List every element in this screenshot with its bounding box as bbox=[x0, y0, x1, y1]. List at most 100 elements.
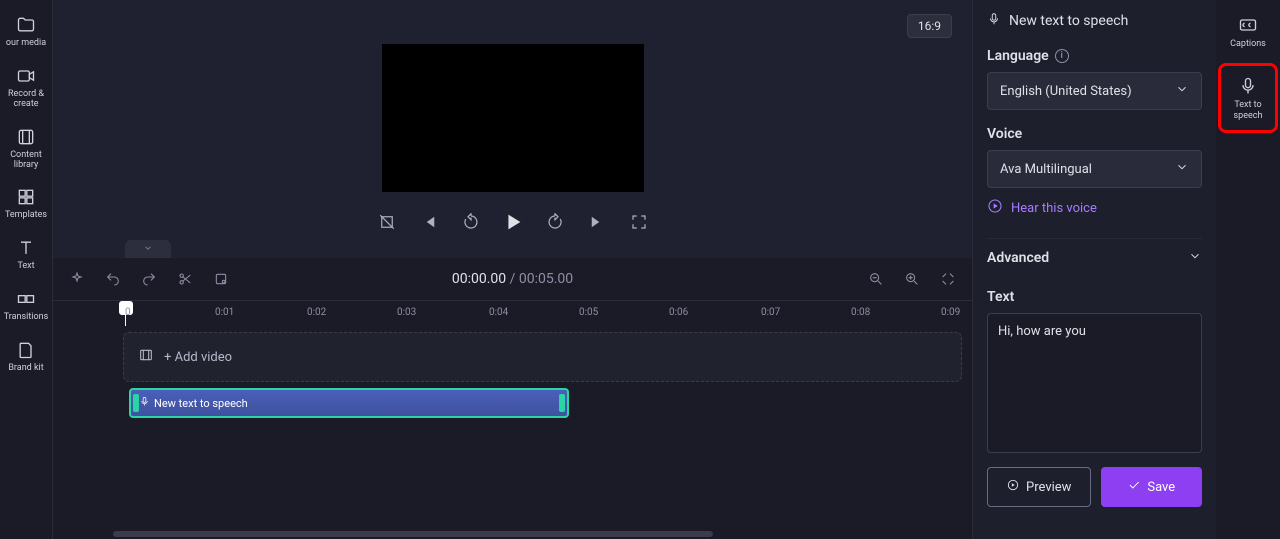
voice-label: Voice bbox=[987, 126, 1202, 142]
sidebar-label: Transitions bbox=[4, 313, 49, 323]
transitions-icon bbox=[15, 288, 37, 310]
timeline-toolbar: 00:00.00 / 00:05.00 bbox=[53, 258, 972, 300]
zoom-in-icon[interactable] bbox=[902, 269, 922, 289]
action-buttons: Preview Save bbox=[987, 467, 1202, 507]
preview-label: Preview bbox=[1026, 480, 1071, 495]
save-button[interactable]: Save bbox=[1101, 467, 1203, 507]
properties-panel: New text to speech Language i English (U… bbox=[973, 0, 1216, 539]
advanced-toggle[interactable]: Advanced bbox=[987, 238, 1202, 277]
right-sidebar: Captions Text to speech bbox=[1216, 0, 1280, 539]
ruler-tick: 0:05 bbox=[579, 307, 598, 318]
audio-clip[interactable]: New text to speech bbox=[129, 388, 569, 418]
panel-title-text: New text to speech bbox=[1009, 13, 1128, 29]
library-icon bbox=[15, 126, 37, 148]
horizontal-scrollbar[interactable] bbox=[113, 531, 713, 537]
fullscreen-icon[interactable] bbox=[627, 210, 651, 234]
aspect-ratio-button[interactable]: 16:9 bbox=[907, 14, 952, 38]
sidebar-text[interactable]: Text bbox=[0, 229, 52, 280]
folder-icon bbox=[15, 14, 37, 36]
text-label: Text bbox=[987, 289, 1202, 305]
sidebar-record[interactable]: Record & create bbox=[0, 57, 52, 118]
panel-title: New text to speech bbox=[987, 12, 1202, 30]
ruler-tick: 0 bbox=[125, 307, 131, 318]
split-icon[interactable] bbox=[211, 269, 231, 289]
redo-icon[interactable] bbox=[139, 269, 159, 289]
current-time: 00:00.00 bbox=[452, 271, 506, 287]
clip-handle-right[interactable] bbox=[559, 394, 565, 412]
play-circle-icon bbox=[987, 198, 1003, 218]
tts-label: Text to speech bbox=[1220, 100, 1276, 121]
ruler-tick: 0:09 bbox=[941, 307, 960, 318]
sparkle-icon[interactable] bbox=[67, 269, 87, 289]
cut-icon[interactable] bbox=[175, 269, 195, 289]
timeline-tracks: + Add video New text to speech bbox=[53, 326, 972, 539]
clip-label: New text to speech bbox=[154, 397, 248, 410]
forward-5-icon[interactable] bbox=[543, 210, 567, 234]
mic-icon bbox=[1237, 75, 1259, 97]
sidebar-label: Brand kit bbox=[8, 364, 43, 374]
chevron-down-icon bbox=[1175, 82, 1189, 100]
sidebar-label: Templates bbox=[5, 211, 47, 221]
captions-label: Captions bbox=[1230, 39, 1266, 49]
voice-select[interactable]: Ava Multilingual bbox=[987, 150, 1202, 188]
chevron-down-icon bbox=[1175, 160, 1189, 178]
preview-button[interactable]: Preview bbox=[987, 467, 1091, 507]
chevron-down-icon bbox=[1188, 249, 1202, 267]
sidebar-label: Record & create bbox=[0, 90, 52, 110]
sidebar-transitions[interactable]: Transitions bbox=[0, 280, 52, 331]
voice-value: Ava Multilingual bbox=[1000, 162, 1092, 177]
mic-icon bbox=[987, 12, 1001, 30]
camera-icon bbox=[15, 65, 37, 87]
clip-handle-left[interactable] bbox=[133, 394, 139, 412]
zoom-out-icon[interactable] bbox=[866, 269, 886, 289]
time-display: 00:00.00 / 00:05.00 bbox=[452, 271, 573, 287]
text-to-speech-button[interactable]: Text to speech bbox=[1220, 65, 1276, 131]
main-area: 16:9 › › 00:00.00 / 00:05.00 bbox=[52, 0, 973, 539]
ruler-tick: 0:08 bbox=[851, 307, 870, 318]
ruler-tick: 0:06 bbox=[669, 307, 688, 318]
video-preview[interactable] bbox=[382, 44, 644, 192]
captions-button[interactable]: Captions bbox=[1220, 8, 1276, 55]
left-sidebar: our media Record & create Content librar… bbox=[0, 0, 52, 539]
add-video-track[interactable]: + Add video bbox=[123, 332, 962, 382]
total-duration: 00:05.00 bbox=[519, 271, 573, 287]
mic-small-icon bbox=[139, 396, 150, 410]
collapse-timeline-button[interactable] bbox=[125, 240, 171, 258]
sidebar-brand-kit[interactable]: Brand kit bbox=[0, 331, 52, 382]
preview-zone: 16:9 bbox=[53, 0, 972, 258]
check-icon bbox=[1127, 478, 1141, 496]
hear-voice-text: Hear this voice bbox=[1011, 201, 1097, 216]
grid-icon bbox=[15, 186, 37, 208]
add-video-label: + Add video bbox=[164, 350, 232, 365]
advanced-label: Advanced bbox=[987, 250, 1049, 266]
timeline-ruler[interactable]: 0 0:01 0:02 0:03 0:04 0:05 0:06 0:07 0:0… bbox=[53, 300, 972, 326]
tts-text-input[interactable] bbox=[987, 313, 1202, 453]
hear-voice-link[interactable]: Hear this voice bbox=[987, 198, 1202, 218]
film-icon bbox=[138, 347, 154, 367]
cc-icon bbox=[1237, 14, 1259, 36]
skip-start-icon[interactable] bbox=[417, 210, 441, 234]
play-icon[interactable] bbox=[501, 210, 525, 234]
sidebar-label: Text bbox=[17, 262, 34, 272]
play-circle-icon bbox=[1006, 478, 1020, 496]
fit-icon[interactable] bbox=[938, 269, 958, 289]
ruler-tick: 0:07 bbox=[761, 307, 780, 318]
language-label: Language i bbox=[987, 48, 1202, 64]
crop-icon[interactable] bbox=[375, 210, 399, 234]
skip-end-icon[interactable] bbox=[585, 210, 609, 234]
brand-icon bbox=[15, 339, 37, 361]
sidebar-label: Content library bbox=[0, 151, 52, 171]
language-select[interactable]: English (United States) bbox=[987, 72, 1202, 110]
sidebar-content-library[interactable]: Content library bbox=[0, 118, 52, 179]
rewind-5-icon[interactable] bbox=[459, 210, 483, 234]
ruler-tick: 0:03 bbox=[397, 307, 416, 318]
sidebar-templates[interactable]: Templates bbox=[0, 178, 52, 229]
info-icon[interactable]: i bbox=[1055, 49, 1069, 63]
sidebar-your-media[interactable]: our media bbox=[0, 6, 52, 57]
ruler-tick: 0:04 bbox=[489, 307, 508, 318]
ruler-tick: 0:01 bbox=[215, 307, 234, 318]
player-controls bbox=[375, 210, 651, 234]
sidebar-label: our media bbox=[6, 39, 46, 49]
undo-icon[interactable] bbox=[103, 269, 123, 289]
text-icon bbox=[15, 237, 37, 259]
